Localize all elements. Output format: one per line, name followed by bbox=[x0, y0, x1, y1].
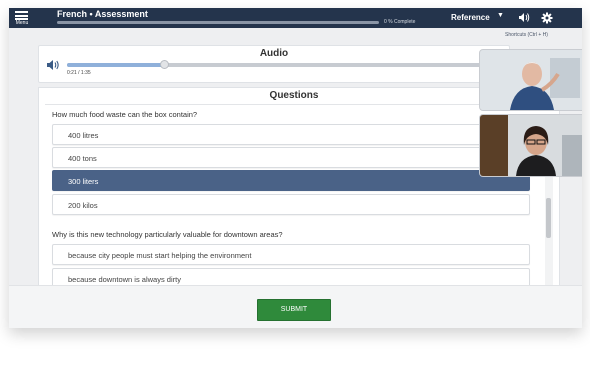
volume-icon[interactable] bbox=[518, 12, 530, 23]
answer-option[interactable]: 400 tons bbox=[52, 147, 530, 168]
menu-label: Menu bbox=[15, 20, 29, 26]
footer-bar: SUBMIT bbox=[9, 285, 582, 328]
answer-option-selected[interactable]: 300 liters bbox=[52, 170, 530, 191]
video-tile-participant-1 bbox=[479, 49, 582, 111]
answer-option[interactable]: because city people must start helping t… bbox=[52, 244, 530, 265]
participant-video-1 bbox=[480, 50, 582, 110]
chevron-down-icon[interactable]: ▼ bbox=[497, 12, 504, 19]
answer-option-label: 200 kilos bbox=[68, 201, 98, 210]
question-text: Why is this new technology particularly … bbox=[52, 230, 283, 239]
menu-button[interactable]: Menu bbox=[11, 9, 33, 27]
audio-seek-handle[interactable] bbox=[159, 60, 169, 69]
question-text: How much food waste can the box contain? bbox=[52, 110, 198, 119]
top-bar: Menu French • Assessment 0 % Complete Re… bbox=[9, 8, 582, 28]
answer-option-label: because city people must start helping t… bbox=[68, 251, 252, 260]
audio-panel: Audio 0:21 / 1:35 bbox=[38, 45, 510, 83]
audio-time: 0:21 / 1:35 bbox=[67, 70, 91, 76]
questions-title: Questions bbox=[269, 90, 319, 101]
audio-played-fill bbox=[67, 63, 164, 67]
speaker-icon[interactable] bbox=[46, 59, 60, 71]
reference-button[interactable]: Reference bbox=[451, 13, 490, 22]
submit-button[interactable]: SUBMIT bbox=[257, 299, 331, 321]
app-window: Menu French • Assessment 0 % Complete Re… bbox=[9, 8, 582, 328]
assessment-title: French • Assessment bbox=[57, 9, 148, 19]
audio-title: Audio bbox=[259, 48, 289, 59]
gear-icon[interactable] bbox=[541, 12, 553, 24]
shortcuts-hint[interactable]: Shortcuts (Ctrl + H) bbox=[505, 32, 548, 38]
answer-option-label: 400 tons bbox=[68, 154, 97, 163]
video-tile-participant-2 bbox=[479, 114, 582, 177]
progress-text: 0 % Complete bbox=[384, 19, 416, 25]
audio-seek-bar[interactable] bbox=[67, 60, 507, 69]
hamburger-icon bbox=[15, 11, 28, 20]
answer-option-label: 400 litres bbox=[68, 131, 99, 140]
progress-bar bbox=[57, 21, 379, 24]
participant-video-2 bbox=[480, 115, 582, 176]
answer-option[interactable]: 200 kilos bbox=[52, 194, 530, 215]
answer-option-label: 300 liters bbox=[68, 177, 99, 186]
divider bbox=[45, 104, 545, 105]
answer-option[interactable]: 400 litres bbox=[52, 124, 530, 145]
answer-option-label: because downtown is always dirty bbox=[68, 275, 181, 284]
scrollbar-thumb[interactable] bbox=[546, 198, 551, 238]
